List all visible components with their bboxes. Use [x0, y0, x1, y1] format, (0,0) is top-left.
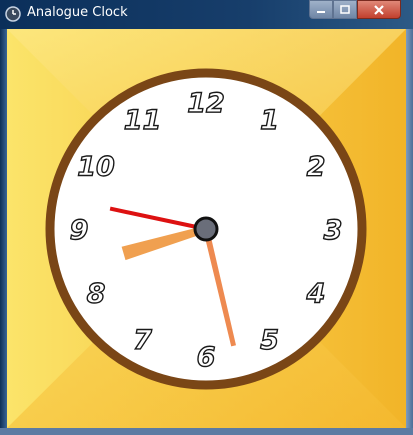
- window-frame-left: [0, 29, 7, 435]
- close-button[interactable]: [357, 0, 401, 19]
- clock-numeral-10: 10: [77, 152, 115, 183]
- clock-numeral-4: 4: [306, 279, 326, 310]
- app-window: Analogue Clock 12 1 2 3 4 5 6 7 8 9 10 1…: [0, 0, 413, 435]
- clock-numeral-9: 9: [70, 215, 89, 246]
- clock-numeral-7: 7: [133, 325, 152, 356]
- minimize-icon: [317, 10, 325, 13]
- clock-numeral-2: 2: [307, 152, 326, 183]
- title-bar[interactable]: Analogue Clock: [0, 0, 413, 29]
- clock-canvas: 12 12 3 45 6 78 9 10 11: [7, 29, 406, 428]
- clock-numeral-6: 6: [197, 342, 216, 373]
- window-frame-right: [406, 29, 413, 435]
- clock-numeral-3: 3: [324, 215, 343, 246]
- clock-numeral-5: 5: [260, 325, 279, 356]
- minimize-button[interactable]: [309, 0, 333, 19]
- clock-numeral-11: 11: [124, 105, 162, 136]
- maximize-icon: [340, 5, 350, 14]
- clock-icon: [5, 6, 21, 22]
- clock-numeral-12: 12: [187, 88, 225, 119]
- window-frame-bottom: [0, 428, 413, 435]
- clock-center-hub: [193, 216, 219, 242]
- maximize-button[interactable]: [333, 0, 357, 19]
- clock-client-area: 12 1 2 3 4 5 6 7 8 9 10 11: [7, 29, 406, 428]
- window-title: Analogue Clock: [27, 5, 128, 20]
- close-icon: [374, 4, 384, 15]
- clock-numeral-1: 1: [260, 105, 279, 136]
- clock-numeral-8: 8: [87, 279, 106, 310]
